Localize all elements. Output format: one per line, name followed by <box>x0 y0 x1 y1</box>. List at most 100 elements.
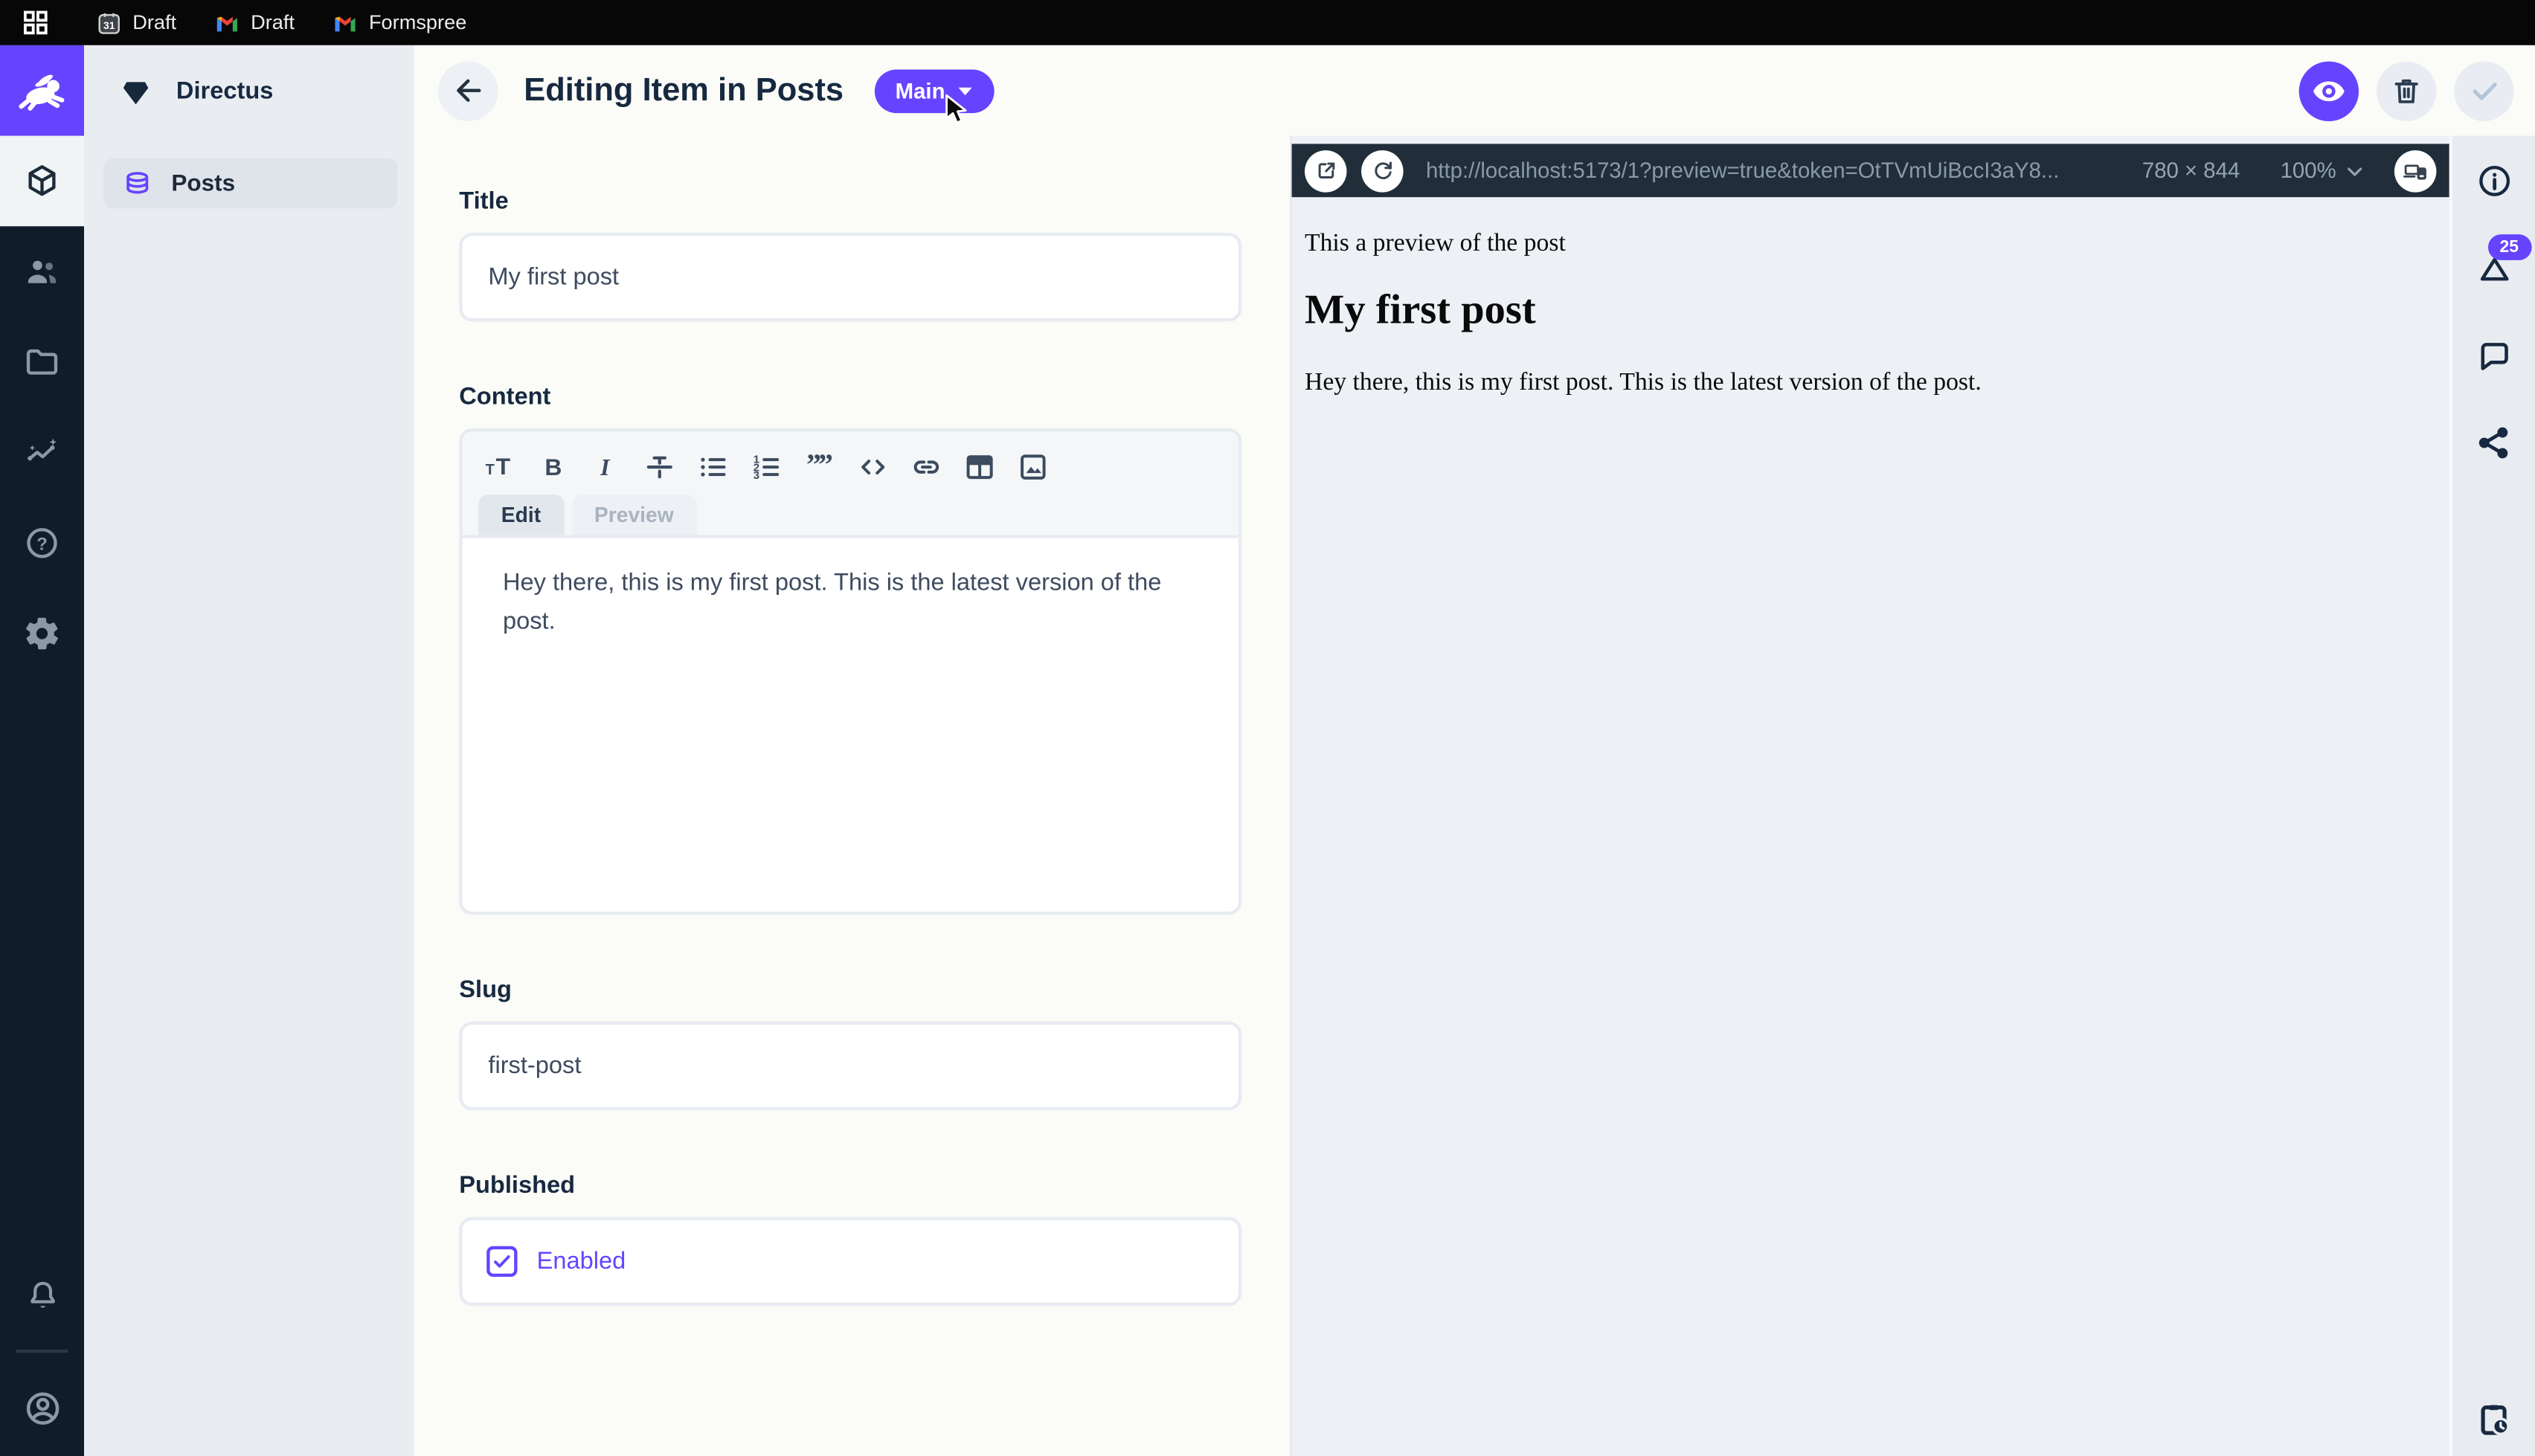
delete-button[interactable] <box>2377 61 2436 120</box>
preview-url: http://localhost:5173/1?preview=true&tok… <box>1426 158 2127 183</box>
numbered-list-icon[interactable]: 1 2 3 <box>745 445 788 488</box>
database-icon <box>121 167 153 199</box>
code-icon[interactable] <box>852 445 894 488</box>
project-switcher[interactable]: Directus <box>84 45 414 136</box>
browser-tab-draft-2[interactable]: Draft <box>215 11 295 33</box>
share-icon <box>2474 423 2513 462</box>
browser-tab-formspree[interactable]: Formspree <box>333 11 466 33</box>
notifications-button[interactable] <box>0 1256 84 1333</box>
content-label: Content <box>459 383 1241 410</box>
account-icon <box>22 1388 62 1428</box>
sidebar-item-posts[interactable]: Posts <box>103 158 398 208</box>
preview-intro-text: This a preview of the post <box>1305 230 2433 259</box>
module-users[interactable] <box>0 226 84 317</box>
bullet-list-icon[interactable] <box>692 445 734 488</box>
bold-icon[interactable]: B <box>532 445 574 488</box>
shares-sidebar-button[interactable] <box>2474 423 2513 462</box>
main-column: Editing Item in Posts Main <box>414 45 2535 1456</box>
blockquote-icon[interactable]: ” ” <box>799 445 841 488</box>
module-insights[interactable] <box>0 408 84 498</box>
version-label: Main <box>896 78 945 103</box>
nav-item-label: Posts <box>171 170 235 196</box>
svg-text:3: 3 <box>754 468 759 481</box>
checkmark-icon <box>492 1251 513 1272</box>
box-icon <box>22 161 61 200</box>
insights-icon <box>22 433 61 471</box>
preview-zoom-value: 100% <box>2281 158 2336 183</box>
flows-sidebar-button[interactable] <box>2473 1399 2513 1440</box>
module-bar: ? <box>0 45 84 1456</box>
trash-icon <box>2389 74 2423 108</box>
comments-sidebar-button[interactable] <box>2474 336 2513 375</box>
browser-tab-label: Draft <box>132 11 176 33</box>
gmail-icon <box>333 12 358 33</box>
refresh-icon <box>1370 158 1395 183</box>
preview-toolbar: http://localhost:5173/1?preview=true&tok… <box>1292 144 2449 197</box>
image-icon[interactable] <box>1012 445 1055 488</box>
comment-icon <box>2474 336 2513 375</box>
chevron-down-icon <box>2346 164 2364 177</box>
editor-tabs: Edit Preview <box>478 495 1222 535</box>
module-content[interactable] <box>0 136 84 227</box>
info-sidebar-button[interactable] <box>2474 161 2513 200</box>
browser-tab-strip: 31 Draft Draft <box>0 0 2535 45</box>
revisions-sidebar-button[interactable]: 25 <box>2474 249 2513 288</box>
bell-icon <box>24 1276 61 1313</box>
field-published: Published Enabled <box>459 1172 1241 1306</box>
link-icon[interactable] <box>905 445 948 488</box>
back-button[interactable] <box>438 61 498 120</box>
module-settings[interactable] <box>0 588 84 679</box>
gmail-icon <box>215 12 240 33</box>
slug-input[interactable] <box>459 1022 1241 1111</box>
caret-down-icon <box>957 85 973 96</box>
svg-text:T: T <box>486 461 495 477</box>
calendar-31-icon: 31 <box>97 10 121 35</box>
revisions-count-badge: 25 <box>2487 234 2531 260</box>
grid-icon[interactable] <box>22 10 48 36</box>
directus-logo[interactable] <box>0 45 84 136</box>
strikethrough-icon[interactable] <box>639 445 681 488</box>
folder-icon <box>22 343 61 381</box>
save-button[interactable] <box>2454 61 2513 120</box>
device-size-button[interactable] <box>2394 149 2437 192</box>
clipboard-clock-icon <box>2473 1399 2513 1440</box>
format-size-icon[interactable]: T T <box>478 445 521 488</box>
svg-text:T: T <box>496 452 511 479</box>
svg-text:B: B <box>544 453 562 480</box>
directus-gem-icon <box>116 71 155 110</box>
preview-zoom-dropdown[interactable]: 100% <box>2281 158 2364 183</box>
live-preview-panel: http://localhost:5173/1?preview=true&tok… <box>1290 136 2449 1456</box>
slug-label: Slug <box>459 976 1241 1004</box>
version-dropdown-button[interactable]: Main <box>874 68 993 112</box>
field-title: Title <box>459 187 1241 321</box>
refresh-button[interactable] <box>1361 149 1404 192</box>
open-in-new-icon <box>1314 158 1338 183</box>
table-icon[interactable] <box>959 445 1001 488</box>
browser-tab-label: Formspree <box>369 11 466 33</box>
published-toggle-row: Enabled <box>459 1217 1241 1307</box>
preview-toggle-button[interactable] <box>2299 61 2359 120</box>
markdown-editor: T T B <box>459 428 1241 915</box>
title-label: Title <box>459 187 1241 215</box>
published-checkbox-label[interactable]: Enabled <box>537 1248 626 1275</box>
module-files[interactable] <box>0 317 84 408</box>
module-help[interactable]: ? <box>0 497 84 588</box>
browser-tab-draft-1[interactable]: 31 Draft <box>97 10 176 35</box>
title-input[interactable] <box>459 233 1241 322</box>
published-checkbox[interactable] <box>486 1246 517 1277</box>
account-button[interactable] <box>0 1369 84 1446</box>
italic-icon[interactable]: I <box>585 445 628 488</box>
tab-preview[interactable]: Preview <box>571 495 696 535</box>
page-header: Editing Item in Posts Main <box>414 45 2535 136</box>
help-icon: ? <box>22 524 61 562</box>
published-label: Published <box>459 1172 1241 1199</box>
module-bar-divider <box>16 1350 68 1353</box>
tab-edit[interactable]: Edit <box>478 495 563 535</box>
open-in-new-button[interactable] <box>1305 149 1347 192</box>
preview-post-body: Hey there, this is my first post. This i… <box>1305 369 2433 398</box>
editor-toolbar: T T B <box>463 431 1238 535</box>
content-textarea[interactable]: Hey there, this is my first post. This i… <box>463 535 1238 911</box>
nav-sidebar: Directus Posts <box>84 45 414 1456</box>
rabbit-icon <box>15 63 70 118</box>
field-content: Content T T <box>459 383 1241 915</box>
